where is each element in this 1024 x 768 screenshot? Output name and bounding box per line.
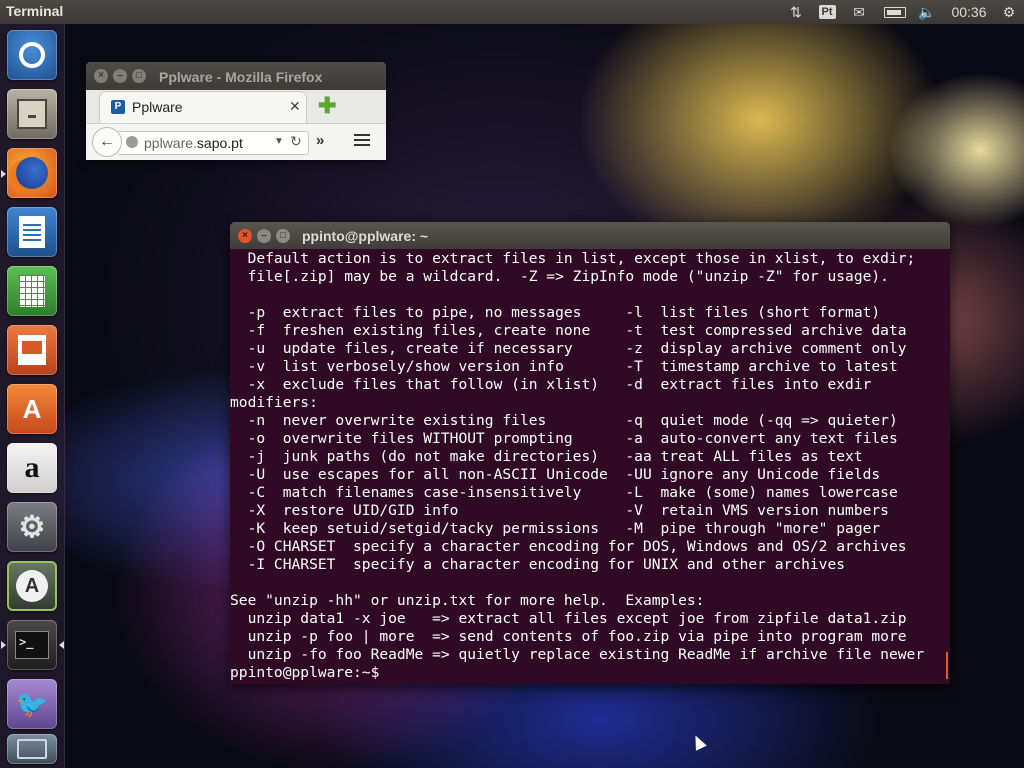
mouse-pointer-icon: [690, 732, 707, 751]
terminal-line: -I CHARSET specify a character encoding …: [230, 556, 846, 573]
globe-icon: [126, 136, 138, 148]
firefox-icon: [16, 157, 48, 189]
terminal-output[interactable]: Default action is to extract files in li…: [230, 250, 950, 684]
launcher-system-settings[interactable]: ⚙: [7, 502, 57, 552]
update-icon: A: [16, 570, 48, 602]
terminal-line: file[.zip] may be a wildcard. -Z => ZipI…: [230, 268, 889, 285]
terminal-line: -p extract files to pipe, no messages -l…: [230, 304, 881, 321]
terminal-line: -x exclude files that follow (in xlist) …: [230, 376, 872, 393]
reload-icon[interactable]: ↻: [290, 133, 302, 150]
launcher-libreoffice-calc[interactable]: [7, 266, 57, 316]
minimize-icon[interactable]: –: [113, 69, 127, 83]
focused-indicator: [59, 641, 64, 649]
terminal-prompt: ppinto@pplware:~$: [230, 664, 389, 681]
terminal-line: -X restore UID/GID info -V retain VMS ve…: [230, 502, 889, 519]
launcher-ubuntu-software-center[interactable]: A: [7, 384, 57, 434]
terminal-line: See "unzip -hh" or unzip.txt for more he…: [230, 592, 705, 609]
firefox-navbar: pplware.sapo.pt ▼ ↻ ← »: [86, 123, 386, 160]
wrench-gear-icon: ⚙: [18, 510, 46, 544]
running-indicator: [1, 170, 6, 178]
terminal-line: -U use escapes for all non-ASCII Unicode…: [230, 466, 881, 483]
keyboard-layout-label: Pt: [818, 5, 836, 19]
terminal-titlebar[interactable]: × – □ ppinto@pplware: ~: [230, 222, 950, 249]
maximize-icon[interactable]: □: [276, 229, 290, 243]
launcher-amazon[interactable]: a: [7, 443, 57, 493]
writer-document-icon: [19, 216, 45, 248]
keyboard-layout-indicator[interactable]: Pt: [816, 0, 838, 24]
firefox-window[interactable]: × – □ Pplware - Mozilla Firefox P Pplwar…: [86, 62, 386, 160]
amazon-icon: a: [24, 451, 40, 484]
terminal-line: Default action is to extract files in li…: [230, 250, 916, 267]
terminal-window-title: ppinto@pplware: ~: [302, 228, 429, 244]
url-bar[interactable]: pplware.sapo.pt ▼ ↻: [118, 131, 309, 155]
trash-icon: [17, 739, 47, 759]
terminal-line: unzip -p foo | more => send contents of …: [230, 628, 907, 645]
terminal-line: -n never overwrite existing files -q qui…: [230, 412, 898, 429]
close-icon[interactable]: ×: [94, 69, 108, 83]
terminal-line: unzip data1 -x joe => extract all files …: [230, 610, 907, 627]
terminal-line: -o overwrite files WITHOUT prompting -a …: [230, 430, 898, 447]
tab-close-icon[interactable]: ✕: [289, 98, 301, 115]
launcher-trash[interactable]: [7, 734, 57, 764]
top-panel: Terminal ⇅ Pt ✉ 🔈 00:36 ⚙: [0, 0, 1024, 24]
terminal-line: -f freshen existing files, create none -…: [230, 322, 907, 339]
clock[interactable]: 00:36: [946, 0, 992, 24]
file-cabinet-icon: [17, 99, 47, 129]
launcher-software-updater[interactable]: A: [7, 561, 57, 611]
terminal-line: -u update files, create if necessary -z …: [230, 340, 907, 357]
impress-presentation-icon: [18, 335, 46, 365]
calc-spreadsheet-icon: [19, 275, 45, 307]
battery-icon[interactable]: [880, 0, 910, 24]
launcher-libreoffice-writer[interactable]: [7, 207, 57, 257]
launcher-pidgin[interactable]: 🐦: [7, 679, 57, 729]
ubuntu-logo-icon: [19, 42, 45, 68]
terminal-line: -j junk paths (do not make directories) …: [230, 448, 863, 465]
scrollbar-indicator[interactable]: [946, 652, 948, 679]
minimize-icon[interactable]: –: [257, 229, 271, 243]
url-text: pplware.sapo.pt: [144, 135, 243, 151]
active-window-title: Terminal: [6, 3, 64, 19]
terminal-line: unzip -fo foo ReadMe => quietly replace …: [230, 646, 925, 663]
maximize-icon[interactable]: □: [132, 69, 146, 83]
launcher-terminal[interactable]: >_: [7, 620, 57, 670]
tab-pplware[interactable]: P Pplware ✕: [100, 92, 306, 123]
terminal-icon: >_: [15, 631, 49, 659]
volume-speaker-icon[interactable]: 🔈: [916, 0, 938, 24]
launcher: A a ⚙ A >_ 🐦: [0, 24, 65, 768]
running-indicator: [1, 641, 6, 649]
firefox-titlebar[interactable]: × – □ Pplware - Mozilla Firefox: [86, 62, 386, 90]
shopping-bag-icon: A: [22, 393, 42, 424]
terminal-line: -K keep setuid/setgid/tacky permissions …: [230, 520, 881, 537]
power-gear-icon[interactable]: ⚙: [998, 0, 1020, 24]
url-history-dropdown-icon[interactable]: ▼: [274, 136, 284, 147]
pidgin-bird-icon: 🐦: [15, 688, 49, 719]
new-tab-plus-icon[interactable]: ✚: [318, 95, 336, 117]
launcher-dash-home[interactable]: [7, 30, 57, 80]
hamburger-menu-icon[interactable]: [354, 134, 370, 148]
terminal-window[interactable]: × – □ ppinto@pplware: ~ Default action i…: [230, 222, 950, 684]
close-icon[interactable]: ×: [238, 229, 252, 243]
terminal-line: modifiers:: [230, 394, 318, 411]
pplware-favicon-icon: P: [111, 100, 125, 114]
mail-envelope-icon[interactable]: ✉: [848, 0, 870, 24]
firefox-window-title: Pplware - Mozilla Firefox: [159, 69, 323, 85]
network-updown-icon[interactable]: ⇅: [786, 0, 806, 24]
launcher-files[interactable]: [7, 89, 57, 139]
terminal-line: -C match filenames case-insensitively -L…: [230, 484, 898, 501]
terminal-line: -O CHARSET specify a character encoding …: [230, 538, 907, 555]
launcher-firefox[interactable]: [7, 148, 57, 198]
back-arrow-icon[interactable]: ←: [92, 127, 122, 157]
tab-label: Pplware: [132, 99, 183, 115]
toolbar-overflow-chevron-icon[interactable]: »: [316, 132, 324, 149]
launcher-libreoffice-impress[interactable]: [7, 325, 57, 375]
terminal-line: -v list verbosely/show version info -T t…: [230, 358, 898, 375]
